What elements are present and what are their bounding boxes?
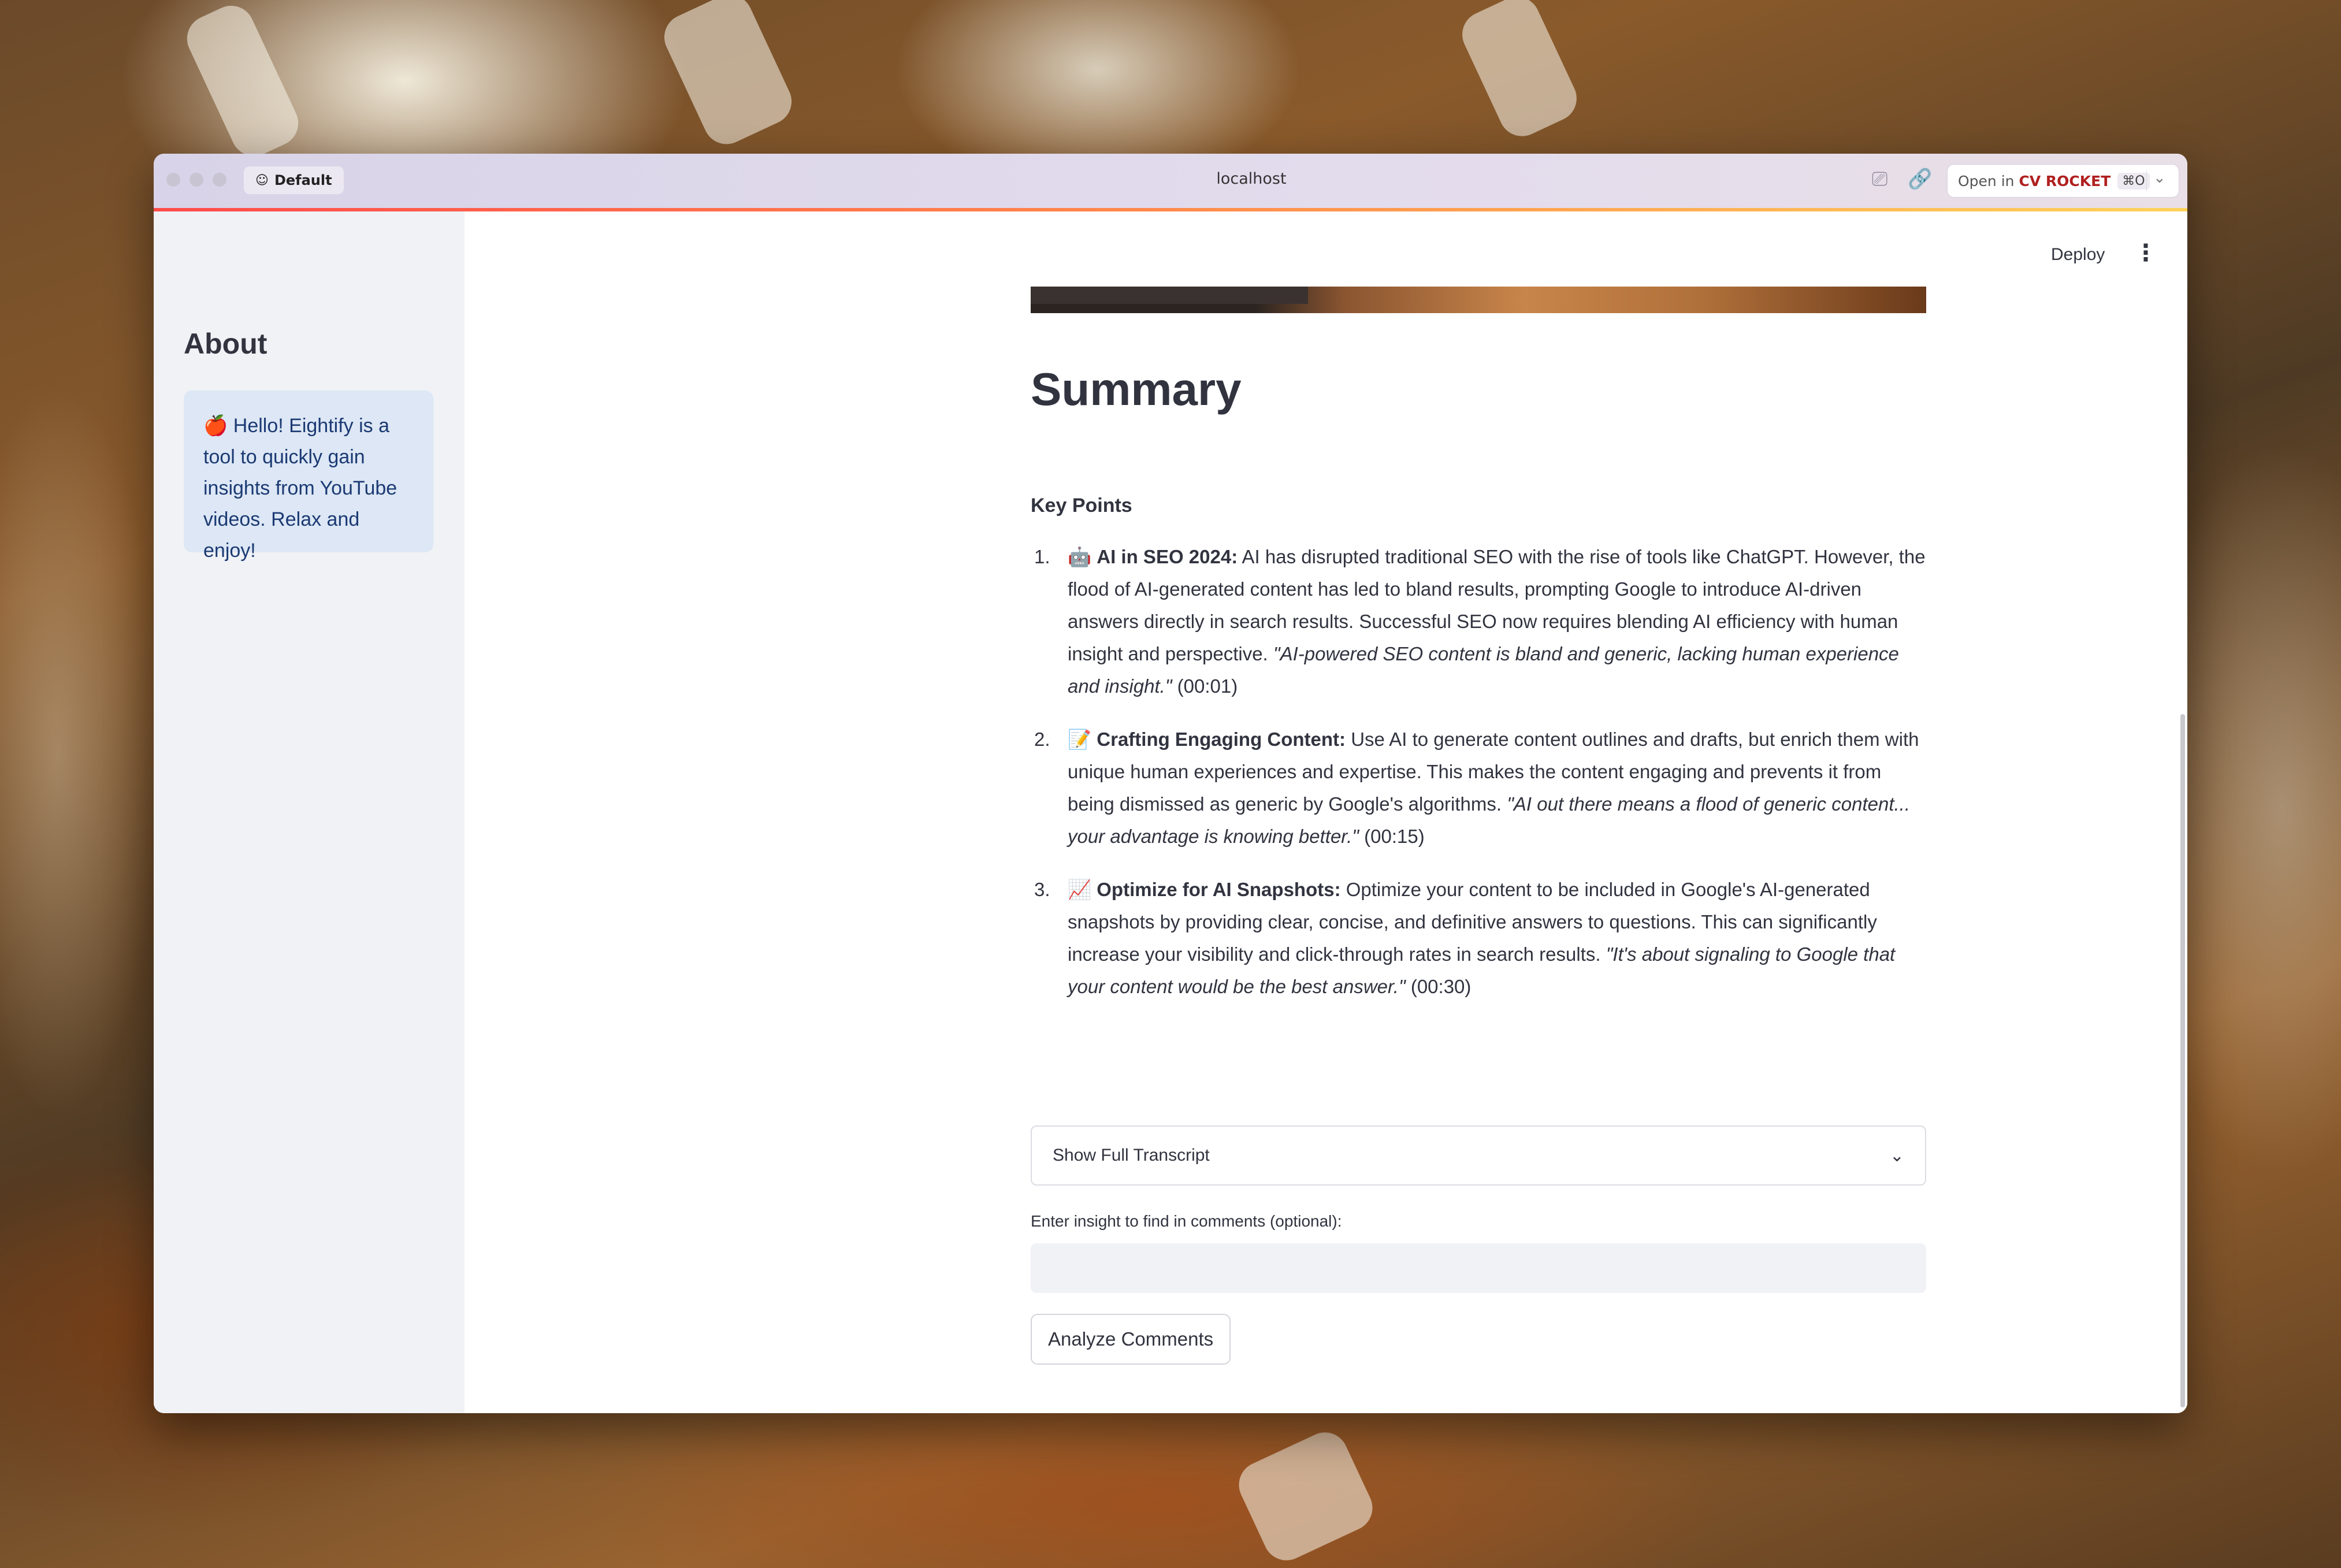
main-content: Deploy ⋮ Summary Key Points 1. 🤖 AI in S… (465, 211, 2187, 1413)
browser-window: ☺ Default localhost ⎚ 🔗 Open in CV ROCKE… (154, 154, 2187, 1413)
video-thumbnail-shadow (1031, 287, 1308, 304)
key-points-label: Key Points (1031, 495, 1132, 517)
chart-increasing-icon: 📈 (1068, 879, 1092, 900)
key-point-heading: Crafting Engaging Content: (1097, 729, 1346, 750)
chevron-down-icon: ⌄ (1889, 1146, 1904, 1165)
sidebar-title: About (184, 328, 267, 360)
open-in-prefix: Open in (1958, 172, 2015, 190)
key-point-item: 3. 📈 Optimize for AI Snapshots: Optimize… (1031, 874, 1926, 1003)
close-window-icon[interactable] (166, 173, 180, 187)
analyze-comments-button[interactable]: Analyze Comments (1031, 1314, 1231, 1365)
key-point-timestamp: (00:15) (1358, 826, 1425, 847)
browser-titlebar: ☺ Default localhost ⎚ 🔗 Open in CV ROCKE… (154, 154, 2187, 209)
expander-label: Show Full Transcript (1053, 1146, 1210, 1165)
profile-pill[interactable]: ☺ Default (244, 166, 344, 194)
comments-input-label: Enter insight to find in comments (optio… (1031, 1212, 1342, 1230)
summary-title: Summary (1031, 363, 1242, 415)
key-point-number: 3. (1034, 879, 1050, 900)
key-point-item: 2. 📝 Crafting Engaging Content: Use AI t… (1031, 723, 1926, 853)
open-in-shortcut: ⌘O (2117, 172, 2150, 190)
key-point-heading: Optimize for AI Snapshots: (1097, 879, 1341, 900)
open-in-brand: CV ROCKET (2019, 172, 2111, 190)
profile-label: Default (274, 172, 332, 188)
smiley-icon: ☺ (255, 173, 269, 188)
key-point-number: 1. (1034, 546, 1050, 567)
address-bar[interactable]: localhost (1020, 170, 1482, 188)
video-thumbnail (1031, 287, 1926, 313)
key-point-heading: AI in SEO 2024: (1097, 546, 1238, 567)
more-vertical-icon[interactable]: ⋮ (2134, 241, 2157, 265)
wallpaper-streak (656, 0, 800, 152)
key-point-item: 1. 🤖 AI in SEO 2024: AI has disrupted tr… (1031, 541, 1926, 703)
open-in-button[interactable]: Open in CV ROCKET ⌘O ⌄ (1947, 164, 2179, 198)
scrollbar[interactable] (2180, 714, 2185, 1407)
minimize-window-icon[interactable] (189, 173, 203, 187)
sidebar: About 🍎 Hello! Eightify is a tool to qui… (154, 211, 465, 1413)
link-icon[interactable]: 🔗 (1908, 168, 1932, 191)
wallpaper-streak (1454, 0, 1585, 144)
comments-insight-input[interactable] (1031, 1243, 1926, 1293)
key-point-timestamp: (00:30) (1405, 976, 1472, 997)
wallpaper-streak (1231, 1425, 1380, 1568)
memo-icon: 📝 (1068, 729, 1092, 750)
key-points-list: 1. 🤖 AI in SEO 2024: AI has disrupted tr… (1031, 541, 1926, 1024)
info-box: 🍎 Hello! Eightify is a tool to quickly g… (184, 391, 433, 562)
wallpaper-streak (179, 0, 306, 164)
divider (2146, 170, 2147, 191)
key-point-number: 2. (1034, 729, 1050, 750)
maximize-window-icon[interactable] (213, 173, 226, 187)
chevron-down-icon[interactable]: ⌄ (2153, 169, 2166, 187)
cast-icon[interactable]: ⎚ (1872, 168, 1887, 191)
deploy-button[interactable]: Deploy (2051, 245, 2105, 265)
key-point-timestamp: (00:01) (1172, 675, 1238, 697)
show-transcript-expander[interactable]: Show Full Transcript ⌄ (1031, 1125, 1926, 1186)
robot-icon: 🤖 (1068, 546, 1092, 567)
